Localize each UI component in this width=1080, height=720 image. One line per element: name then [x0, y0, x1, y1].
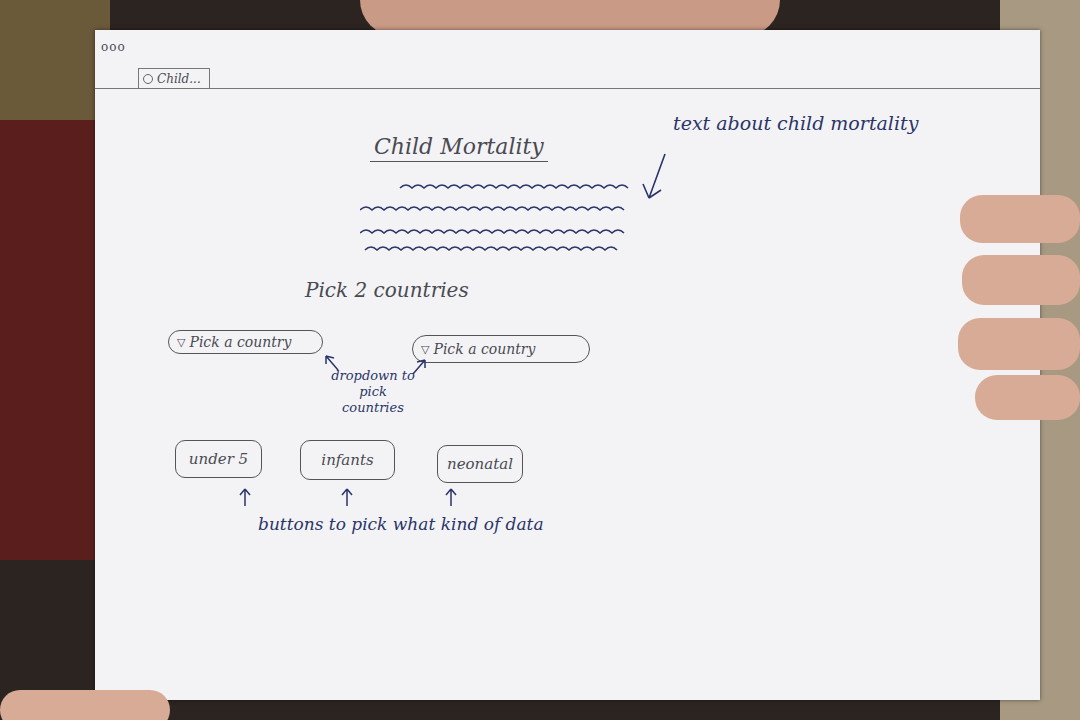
- arrow-icon: [409, 356, 433, 378]
- placeholder-text-squiggle: [360, 178, 630, 268]
- annotation: dropdown to pick countries: [329, 368, 417, 416]
- annotation: buttons to pick what kind of data: [258, 512, 578, 536]
- dropdown-arrow-icon: ▽: [421, 343, 429, 356]
- country-dropdown[interactable]: ▽ Pick a country: [412, 335, 590, 363]
- country-dropdown[interactable]: ▽ Pick a country: [168, 330, 323, 354]
- wall: [0, 120, 110, 560]
- dropdown-label: Pick a country: [433, 341, 535, 357]
- finger: [958, 318, 1080, 370]
- data-type-button[interactable]: infants: [300, 440, 395, 480]
- finger: [960, 195, 1080, 243]
- dropdown-arrow-icon: ▽: [177, 336, 185, 349]
- window-dots: ooo: [101, 40, 126, 54]
- page-icon: [143, 74, 153, 84]
- thumb: [0, 690, 170, 720]
- page-title: Child Mortality: [370, 134, 548, 162]
- picture-frame: [0, 0, 110, 120]
- arrow-icon: [320, 352, 344, 374]
- prompt: Pick 2 countries: [305, 278, 469, 302]
- arrow-icon: [441, 486, 461, 508]
- address-bar-line: [95, 88, 1040, 89]
- arrow-icon: [235, 486, 255, 508]
- finger: [962, 255, 1080, 305]
- arrow-icon: [337, 486, 357, 508]
- paper-sketch: ooo Child... Child Mortality text about chi…: [95, 30, 1040, 700]
- finger: [975, 375, 1080, 420]
- data-type-button[interactable]: neonatal: [437, 445, 523, 483]
- tab-label: Child...: [157, 72, 201, 86]
- annotation: text about child mortality: [673, 112, 918, 134]
- browser-tab[interactable]: Child...: [138, 68, 210, 88]
- arrow-icon: [635, 150, 675, 205]
- dropdown-label: Pick a country: [189, 334, 291, 350]
- data-type-button[interactable]: under 5: [175, 440, 262, 478]
